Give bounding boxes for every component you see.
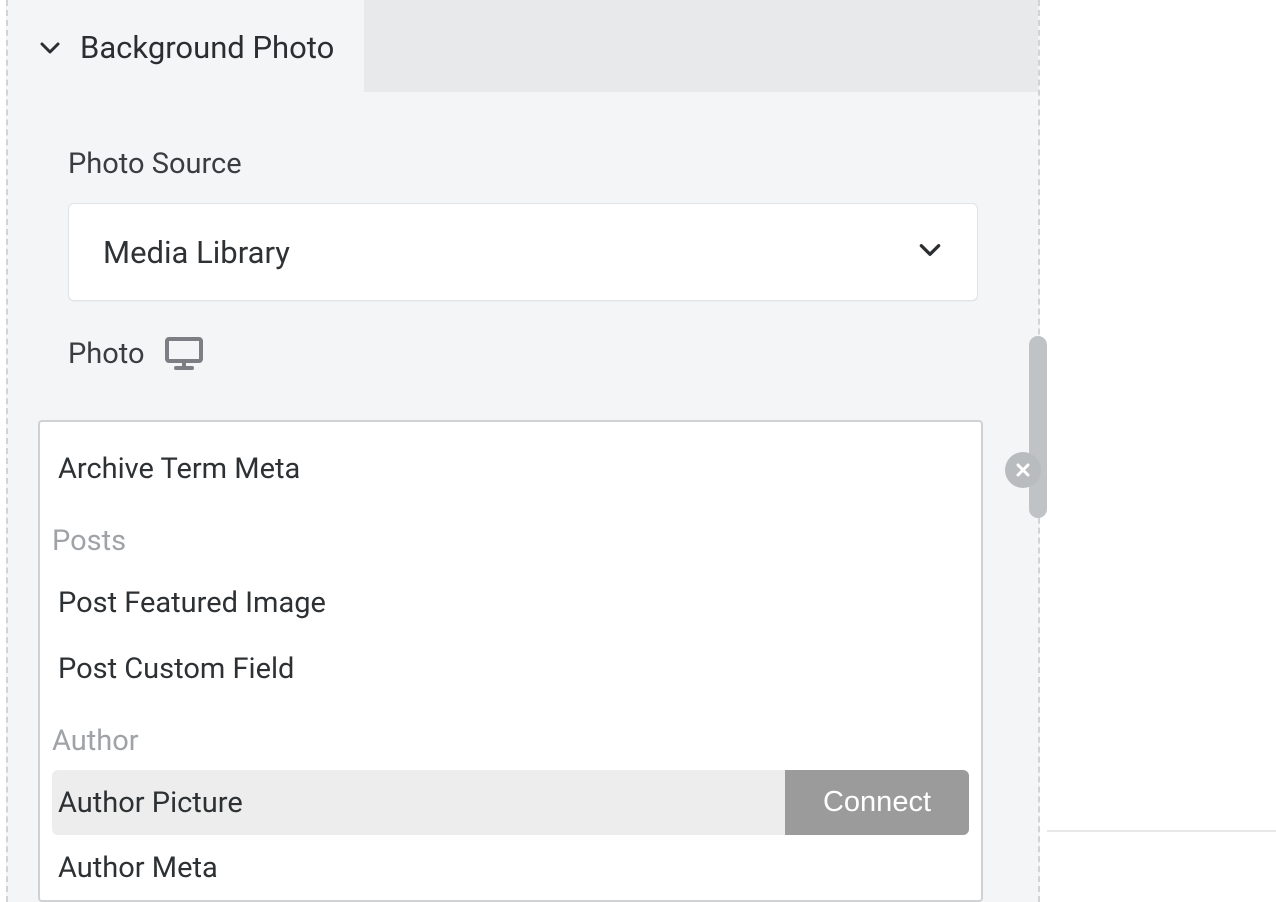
photo-field: Photo: [68, 337, 978, 371]
dropdown-item-post-featured-image[interactable]: Post Featured Image: [52, 570, 969, 636]
dropdown-item-label: Post Custom Field: [58, 652, 294, 686]
divider: [1047, 830, 1276, 832]
dropdown-item-label: Archive Term Meta: [58, 452, 300, 486]
settings-panel: Background Photo Photo Source Media Libr…: [6, 0, 1040, 902]
photo-source-label: Photo Source: [68, 147, 978, 181]
photo-source-select[interactable]: Media Library: [68, 203, 978, 301]
dropdown-item-label: Author Picture: [58, 786, 779, 820]
scrollbar-thumb[interactable]: [1029, 336, 1047, 518]
dropdown-group-label: Author: [52, 702, 969, 770]
dropdown-item-label: Post Featured Image: [58, 586, 326, 620]
tab-bar: Background Photo: [8, 0, 1038, 92]
tab-label: Background Photo: [80, 29, 334, 66]
monitor-icon[interactable]: [165, 337, 203, 371]
photo-source-field: Photo Source Media Library: [68, 147, 978, 301]
photo-label-text: Photo: [68, 337, 145, 371]
dropdown-item-post-custom-field[interactable]: Post Custom Field: [52, 636, 969, 702]
dropdown-group-posts: Posts Post Featured Image Post Custom Fi…: [52, 502, 969, 702]
chevron-down-icon: [38, 36, 62, 60]
photo-connection-dropdown[interactable]: Archive Term Meta Posts Post Featured Im…: [38, 420, 983, 902]
photo-label: Photo: [68, 337, 978, 371]
chevron-down-icon: [917, 237, 943, 267]
panel-content: Photo Source Media Library Photo: [8, 92, 1038, 371]
photo-source-value: Media Library: [103, 234, 290, 271]
dropdown-item-author-picture[interactable]: Author Picture Connect: [52, 770, 969, 835]
connect-button[interactable]: Connect: [785, 770, 969, 835]
dropdown-item-archive-term-meta[interactable]: Archive Term Meta: [52, 436, 969, 502]
dropdown-item-label: Author Meta: [58, 851, 218, 885]
close-icon[interactable]: [1005, 452, 1041, 488]
dropdown-group-author: Author Author Picture Connect Author Met…: [52, 702, 969, 901]
tab-background-photo[interactable]: Background Photo: [8, 0, 364, 92]
dropdown-item-author-meta[interactable]: Author Meta: [52, 835, 969, 901]
dropdown-group-label: Posts: [52, 502, 969, 570]
